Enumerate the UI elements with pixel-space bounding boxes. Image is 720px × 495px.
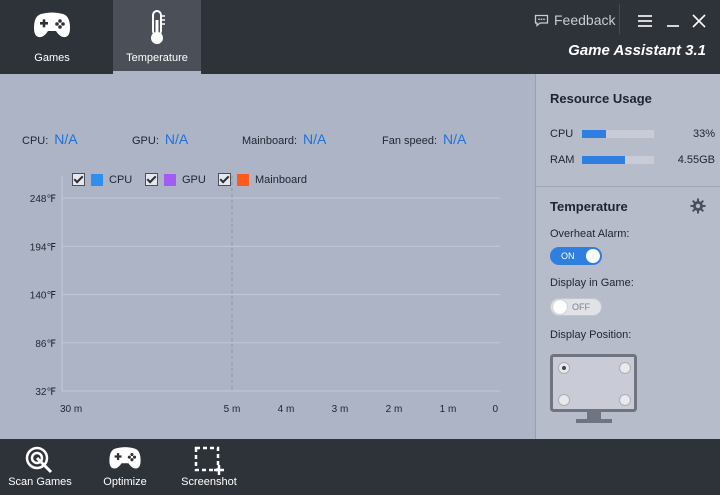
display-position-label: Display Position: <box>550 329 632 341</box>
header-separator <box>619 4 620 34</box>
game-assistant-window: Games Temperature Feedback Game Assistan… <box>0 0 720 495</box>
x-tick-label: 1 m <box>440 404 457 415</box>
feedback-button[interactable]: Feedback <box>534 12 615 28</box>
scan-games-button[interactable]: Scan Games <box>6 439 74 495</box>
hamburger-icon <box>638 15 652 27</box>
position-bottom-left[interactable] <box>558 394 570 406</box>
x-tick-label: 4 m <box>278 404 295 415</box>
screenshot-label: Screenshot <box>181 476 237 488</box>
ram-usage-row: RAM 4.55GB <box>550 154 715 166</box>
temperature-settings-title: Temperature <box>550 199 628 214</box>
close-button[interactable] <box>690 12 708 30</box>
feedback-label: Feedback <box>554 12 616 28</box>
app-title: Game Assistant 3.1 <box>568 42 706 59</box>
screenshot-button[interactable]: Screenshot <box>176 439 242 495</box>
display-position-selector[interactable] <box>550 354 638 433</box>
display-in-game-state: OFF <box>572 302 590 312</box>
toggle-knob <box>586 249 600 263</box>
resource-usage-title: Resource Usage <box>550 91 652 106</box>
screenshot-icon <box>176 445 242 475</box>
panel-divider <box>536 186 720 187</box>
settings-button[interactable] <box>690 198 706 219</box>
x-tick-label: 2 m <box>386 404 403 415</box>
display-in-game-label: Display in Game: <box>550 277 634 289</box>
scan-icon <box>6 445 74 475</box>
y-tick-label: 32℉ <box>35 387 56 398</box>
cpu-usage-label: CPU <box>550 128 574 140</box>
minimize-icon <box>667 25 679 27</box>
side-panel: Resource Usage CPU 33% RAM 4.55GB Temper… <box>535 74 720 439</box>
y-tick-label: 248℉ <box>30 194 56 205</box>
y-tick-label: 86℉ <box>35 339 56 350</box>
toggle-knob <box>553 300 567 314</box>
scan-games-label: Scan Games <box>8 476 72 488</box>
temperature-chart: 248℉ 194℉ 140℉ 86℉ 32℉ 30 m 5 m 4 m 3 m 2 m 1 m 0 <box>30 176 500 415</box>
ram-usage-fill <box>582 156 626 164</box>
cpu-usage-bar <box>582 130 654 138</box>
chat-bubble-icon <box>534 14 549 27</box>
menu-button[interactable] <box>636 12 654 30</box>
x-tick-label: 3 m <box>332 404 349 415</box>
optimize-button[interactable]: Optimize <box>94 439 156 495</box>
position-bottom-right[interactable] <box>619 394 631 406</box>
overheat-alarm-state: ON <box>561 251 575 261</box>
ram-usage-value: 4.55GB <box>677 154 715 166</box>
overheat-alarm-label: Overheat Alarm: <box>550 228 630 240</box>
y-tick-label: 194℉ <box>30 242 56 253</box>
cpu-usage-value: 33% <box>692 128 715 140</box>
optimize-label: Optimize <box>103 476 147 488</box>
y-tick-label: 140℉ <box>30 291 56 302</box>
display-in-game-toggle[interactable]: OFF <box>550 298 602 316</box>
ram-usage-label: RAM <box>550 154 575 166</box>
x-tick-label: 0 <box>492 404 498 415</box>
ram-usage-bar <box>582 156 654 164</box>
minimize-button[interactable] <box>664 12 682 30</box>
position-top-right[interactable] <box>619 362 631 374</box>
gear-icon <box>690 198 706 214</box>
overheat-alarm-toggle[interactable]: ON <box>550 247 602 265</box>
position-top-left[interactable] <box>558 362 570 374</box>
x-tick-label: 30 m <box>60 404 82 415</box>
cpu-usage-row: CPU 33% <box>550 128 715 140</box>
gamepad-icon <box>94 445 156 475</box>
close-icon <box>692 14 706 28</box>
bottom-toolbar: Scan Games Optimize Screenshot <box>0 439 720 495</box>
cpu-usage-fill <box>582 130 606 138</box>
x-tick-label: 5 m <box>224 404 241 415</box>
